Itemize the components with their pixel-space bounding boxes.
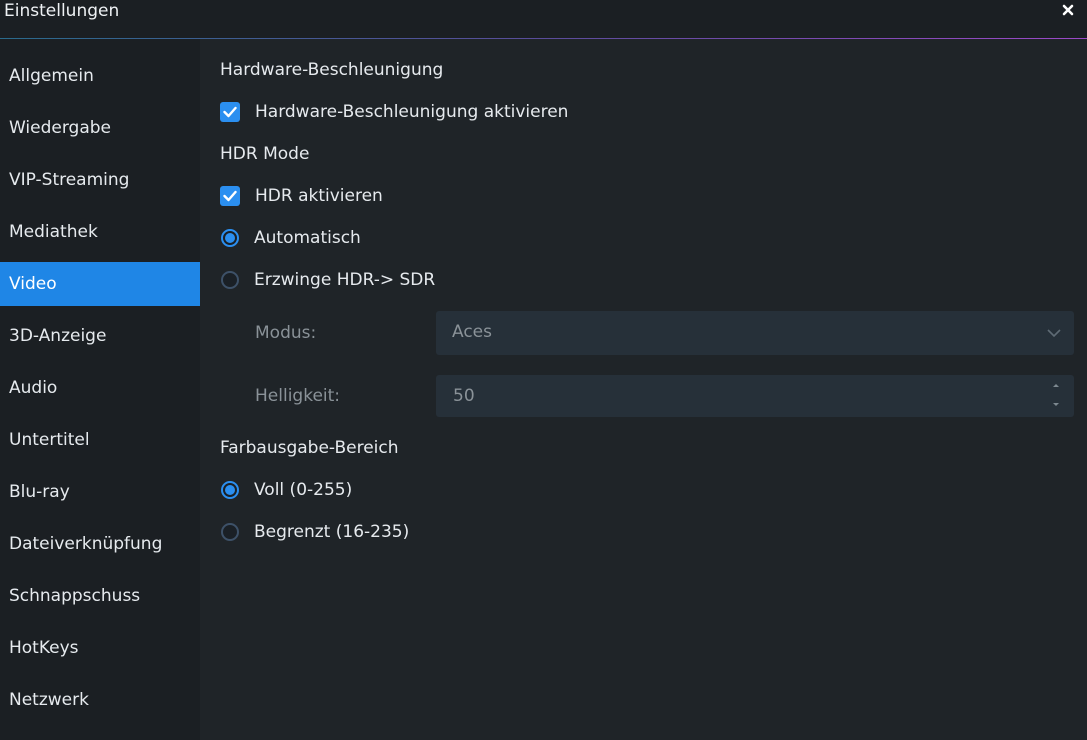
hdr-auto-radio[interactable]	[221, 229, 239, 247]
sidebar-item-3d-anzeige[interactable]: 3D-Anzeige	[0, 314, 200, 358]
section-title-hdr: HDR Mode	[220, 144, 310, 164]
title-bar: Einstellungen	[0, 0, 1087, 38]
sidebar-item-dateiverknuepfung[interactable]: Dateiverknüpfung	[0, 522, 200, 566]
sidebar-item-mediathek[interactable]: Mediathek	[0, 210, 200, 254]
color-full-radio[interactable]	[221, 481, 239, 499]
brightness-input[interactable]	[436, 375, 1036, 417]
mode-select-value: Aces	[452, 322, 492, 342]
hdr-force-sdr-radio[interactable]	[221, 271, 239, 289]
caret-up-icon[interactable]	[1051, 381, 1061, 389]
brightness-spinbox	[436, 375, 1074, 417]
window-title: Einstellungen	[4, 1, 120, 21]
checkmark-icon	[223, 190, 237, 202]
color-limited-label: Begrenzt (16-235)	[254, 522, 410, 542]
sidebar-item-audio[interactable]: Audio	[0, 366, 200, 410]
radio-selected-dot	[225, 485, 235, 495]
hdr-enable-checkbox[interactable]	[220, 186, 240, 206]
hw-accel-label: Hardware-Beschleunigung aktivieren	[255, 102, 569, 122]
color-limited-radio-row[interactable]: Begrenzt (16-235)	[221, 520, 409, 544]
sidebar-item-video[interactable]: Video	[0, 262, 200, 306]
mode-select[interactable]: Aces	[436, 311, 1074, 355]
sidebar-item-untertitel[interactable]: Untertitel	[0, 418, 200, 462]
close-button[interactable]	[1057, 0, 1081, 22]
settings-window: Einstellungen Allgemein Wiedergabe VIP-S…	[0, 0, 1087, 740]
color-full-label: Voll (0-255)	[254, 480, 353, 500]
caret-down-icon[interactable]	[1051, 401, 1061, 409]
sidebar-item-wiedergabe[interactable]: Wiedergabe	[0, 106, 200, 150]
sidebar-item-vip-streaming[interactable]: VIP-Streaming	[0, 158, 200, 202]
hdr-enable-checkbox-row[interactable]: HDR aktivieren	[220, 184, 383, 208]
sidebar-item-blu-ray[interactable]: Blu-ray	[0, 470, 200, 514]
hdr-auto-label: Automatisch	[254, 228, 361, 248]
hdr-force-sdr-label: Erzwinge HDR-> SDR	[254, 270, 436, 290]
sidebar-item-allgemein[interactable]: Allgemein	[0, 54, 200, 98]
sidebar-item-hotkeys[interactable]: HotKeys	[0, 626, 200, 670]
checkmark-icon	[223, 106, 237, 118]
chevron-down-icon	[1047, 329, 1061, 338]
sidebar-item-schnappschuss[interactable]: Schnappschuss	[0, 574, 200, 618]
hdr-enable-label: HDR aktivieren	[255, 186, 383, 206]
color-limited-radio[interactable]	[221, 523, 239, 541]
hdr-force-sdr-radio-row[interactable]: Erzwinge HDR-> SDR	[221, 268, 435, 292]
settings-sidebar: Allgemein Wiedergabe VIP-Streaming Media…	[0, 39, 200, 740]
section-title-color-range: Farbausgabe-Bereich	[220, 438, 399, 458]
hw-accel-checkbox-row[interactable]: Hardware-Beschleunigung aktivieren	[220, 100, 568, 124]
mode-label: Modus:	[255, 323, 317, 343]
close-icon	[1062, 4, 1074, 16]
sidebar-item-netzwerk[interactable]: Netzwerk	[0, 678, 200, 722]
hw-accel-checkbox[interactable]	[220, 102, 240, 122]
video-settings-panel: Hardware-Beschleunigung Hardware-Beschle…	[200, 39, 1087, 740]
section-title-hardware: Hardware-Beschleunigung	[220, 60, 444, 80]
hdr-auto-radio-row[interactable]: Automatisch	[221, 226, 361, 250]
brightness-label: Helligkeit:	[255, 386, 341, 406]
radio-selected-dot	[225, 233, 235, 243]
color-full-radio-row[interactable]: Voll (0-255)	[221, 478, 352, 502]
